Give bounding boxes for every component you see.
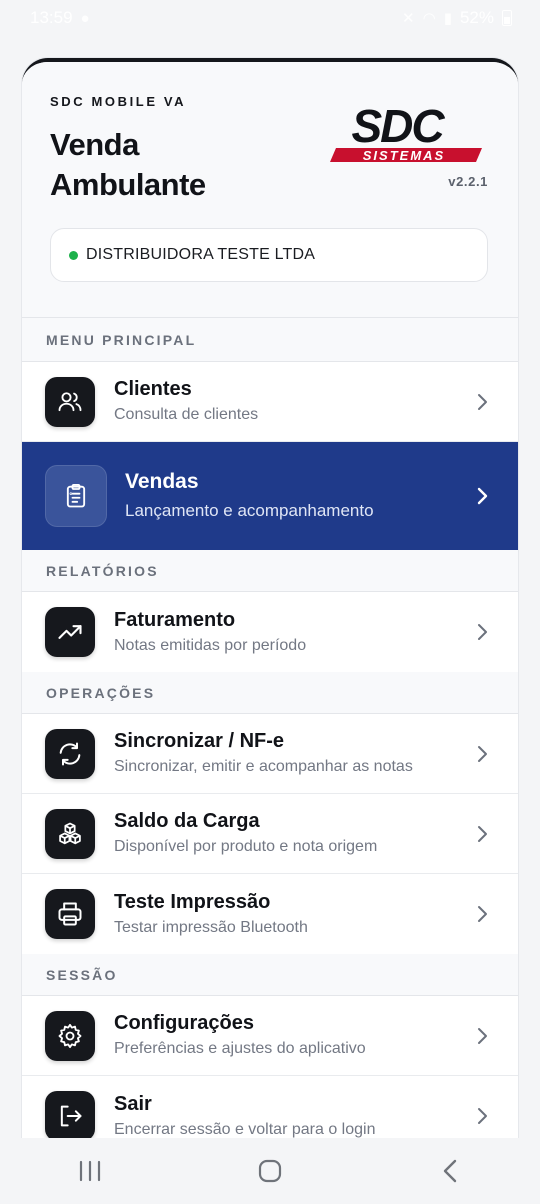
menu-item-title: Faturamento <box>114 608 236 631</box>
chevron-right-icon <box>478 1108 487 1124</box>
mute-icon: ✕ <box>402 10 415 27</box>
menu-item-title: Sair <box>114 1092 152 1115</box>
clipboard-icon <box>45 465 107 527</box>
battery-percent: 52% <box>459 8 494 27</box>
home-icon <box>258 1159 282 1183</box>
printer-icon <box>45 889 95 939</box>
menu-item-sair[interactable]: Sair Encerrar sessão e voltar para o log… <box>22 1076 518 1138</box>
home-button[interactable] <box>240 1149 300 1193</box>
menu-item-desc: Preferências e ajustes do aplicativo <box>114 1040 366 1057</box>
recent-apps-button[interactable] <box>60 1149 120 1193</box>
app-version: v2.2.1 <box>448 174 488 189</box>
status-bar: 13:59 ● ✕ ◠ ▮ 52% <box>0 0 540 36</box>
menu-item-faturamento[interactable]: Faturamento Notas emitidas por período <box>22 592 518 672</box>
menu-item-configuracoes[interactable]: Configurações Preferências e ajustes do … <box>22 996 518 1076</box>
menu-item-title: Sincronizar / NF-e <box>114 730 285 752</box>
recent-apps-icon <box>79 1160 101 1182</box>
menu-item-desc: Notas emitidas por período <box>114 636 307 654</box>
menu-item-title: Vendas <box>125 470 199 493</box>
menu-item-title: Clientes <box>114 378 192 400</box>
menu-item-desc: Lançamento e acompanhamento <box>125 501 374 520</box>
sdc-logo: SDC SISTEMAS <box>330 104 482 163</box>
menu-item-clientes[interactable]: Clientes Consulta de clientes <box>22 362 518 442</box>
chevron-right-icon <box>478 745 487 762</box>
menu-item-desc: Testar impressão Bluetooth <box>114 918 308 936</box>
trending-up-icon <box>45 607 95 657</box>
app-header: SDC MOBILE VA Venda Ambulante SDC SISTEM… <box>22 62 518 318</box>
menu-item-title: Teste Impressão <box>114 890 271 913</box>
refresh-icon <box>45 728 95 779</box>
users-icon <box>45 376 95 427</box>
menu-item-title: Saldo da Carga <box>114 810 260 832</box>
menu-item-desc: Sincronizar, emitir e acompanhar as nota… <box>114 758 413 775</box>
back-button[interactable] <box>420 1149 480 1193</box>
logout-icon <box>45 1091 95 1138</box>
notification-icon: ● <box>80 9 90 27</box>
back-icon <box>443 1159 457 1183</box>
svg-text:SDC: SDC <box>351 104 445 152</box>
chevron-right-icon <box>478 825 487 842</box>
gear-icon <box>45 1010 95 1061</box>
menu-item-teste-impressao[interactable]: Teste Impressão Testar impressão Bluetoo… <box>22 874 518 954</box>
chevron-right-icon <box>478 906 487 922</box>
page-title: Venda Ambulante <box>50 127 206 202</box>
status-time: 13:59 <box>30 8 73 27</box>
signal-icon: ▮ <box>443 10 452 27</box>
chevron-right-icon <box>477 487 488 505</box>
company-name: DISTRIBUIDORA TESTE LTDA <box>86 246 316 263</box>
chevron-right-icon <box>478 624 487 640</box>
menu-item-vendas[interactable]: Vendas Lançamento e acompanhamento <box>22 442 518 550</box>
section-main: MENU PRINCIPAL <box>22 318 518 362</box>
online-status-icon <box>69 250 78 260</box>
menu-item-saldo-carga[interactable]: Saldo da Carga Disponível por produto e … <box>22 794 518 874</box>
menu-item-title: Configurações <box>114 1012 255 1034</box>
section-reports: RELATÓRIOS <box>22 550 518 592</box>
main-card: SDC MOBILE VA Venda Ambulante SDC SISTEM… <box>22 58 518 1138</box>
boxes-icon <box>45 808 95 859</box>
svg-text:SISTEMAS: SISTEMAS <box>363 148 445 163</box>
menu-item-desc: Consulta de clientes <box>114 406 259 423</box>
company-badge: DISTRIBUIDORA TESTE LTDA <box>50 228 488 282</box>
battery-icon <box>502 10 512 26</box>
menu-item-desc: Disponível por produto e nota origem <box>114 838 378 855</box>
system-nav-bar <box>0 1138 540 1204</box>
section-session: SESSÃO <box>22 954 518 996</box>
menu-item-sincronizar[interactable]: Sincronizar / NF-e Sincronizar, emitir e… <box>22 714 518 794</box>
wifi-icon: ◠ <box>422 10 436 27</box>
chevron-right-icon <box>478 393 487 410</box>
section-operations: OPERAÇÕES <box>22 672 518 714</box>
menu-item-desc: Encerrar sessão e voltar para o login <box>114 1120 376 1138</box>
chevron-right-icon <box>478 1027 487 1044</box>
